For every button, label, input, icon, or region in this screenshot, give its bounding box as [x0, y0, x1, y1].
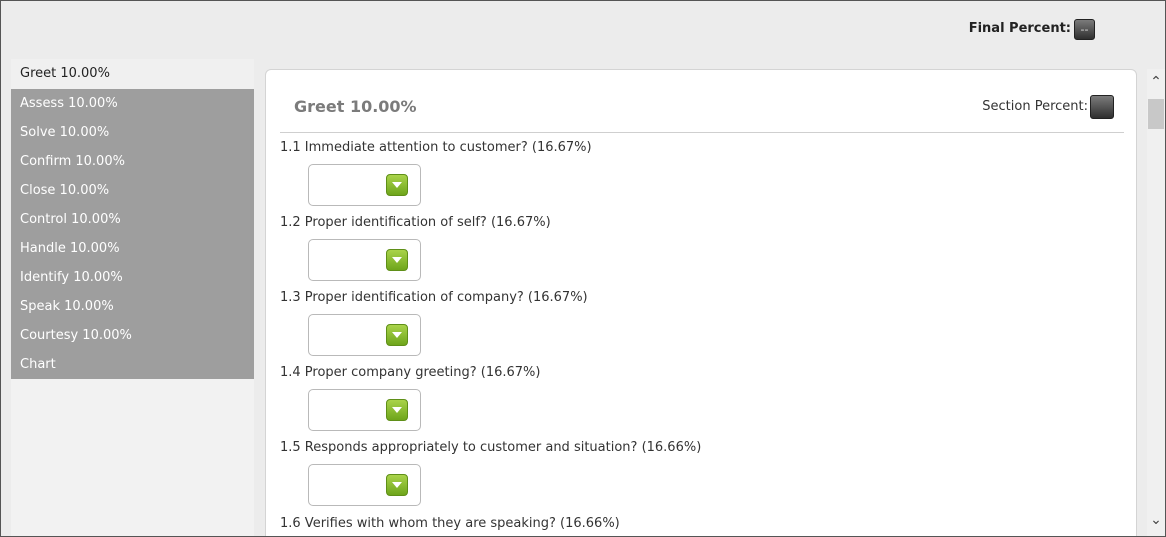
vertical-scrollbar[interactable]: ⌃ ⌄ — [1147, 69, 1165, 536]
chevron-down-icon[interactable]: ⌄ — [1147, 511, 1165, 529]
sidebar-item-identify[interactable]: Identify 10.00% — [11, 263, 254, 292]
section-panel: Greet 10.00% Section Percent: 1.1 Immedi… — [265, 69, 1137, 536]
final-percent-value: -- — [1074, 19, 1095, 40]
sidebar-item-solve[interactable]: Solve 10.00% — [11, 118, 254, 147]
scroll-thumb[interactable] — [1148, 99, 1164, 129]
question-dropdown[interactable] — [308, 389, 421, 431]
question-label: 1.6 Verifies with whom they are speaking… — [280, 516, 620, 531]
section-percent-label: Section Percent: — [982, 99, 1088, 114]
sidebar-item-close[interactable]: Close 10.00% — [11, 176, 254, 205]
dropdown-arrow-icon[interactable] — [386, 249, 408, 271]
sidebar-item-chart[interactable]: Chart — [11, 350, 254, 379]
dropdown-arrow-icon[interactable] — [386, 474, 408, 496]
section-percent-value — [1090, 95, 1114, 119]
section-divider — [280, 132, 1124, 133]
question-dropdown[interactable] — [308, 164, 421, 206]
dropdown-arrow-icon[interactable] — [386, 399, 408, 421]
question-label: 1.3 Proper identification of company? (1… — [280, 290, 588, 305]
sidebar-item-greet[interactable]: Greet 10.00% — [11, 59, 254, 89]
question-label: 1.2 Proper identification of self? (16.6… — [280, 215, 551, 230]
section-sidebar: Greet 10.00% Assess 10.00% Solve 10.00% … — [11, 59, 254, 536]
question-label: 1.4 Proper company greeting? (16.67%) — [280, 365, 541, 380]
final-percent-label: Final Percent: — [968, 21, 1071, 36]
question-label: 1.1 Immediate attention to customer? (16… — [280, 140, 592, 155]
sidebar-item-control[interactable]: Control 10.00% — [11, 205, 254, 234]
question-label: 1.5 Responds appropriately to customer a… — [280, 440, 702, 455]
sidebar-item-confirm[interactable]: Confirm 10.00% — [11, 147, 254, 176]
question-dropdown[interactable] — [308, 314, 421, 356]
sidebar-item-speak[interactable]: Speak 10.00% — [11, 292, 254, 321]
question-dropdown[interactable] — [308, 464, 421, 506]
section-title: Greet 10.00% — [294, 97, 417, 116]
dropdown-arrow-icon[interactable] — [386, 174, 408, 196]
dropdown-arrow-icon[interactable] — [386, 324, 408, 346]
sidebar-item-courtesy[interactable]: Courtesy 10.00% — [11, 321, 254, 350]
question-dropdown[interactable] — [308, 239, 421, 281]
scorecard-app: Final Percent: -- Greet 10.00% Assess 10… — [0, 0, 1166, 537]
top-bar: Final Percent: -- — [1, 1, 1165, 59]
sidebar-item-handle[interactable]: Handle 10.00% — [11, 234, 254, 263]
chevron-up-icon[interactable]: ⌃ — [1147, 73, 1165, 91]
sidebar-item-assess[interactable]: Assess 10.00% — [11, 89, 254, 118]
